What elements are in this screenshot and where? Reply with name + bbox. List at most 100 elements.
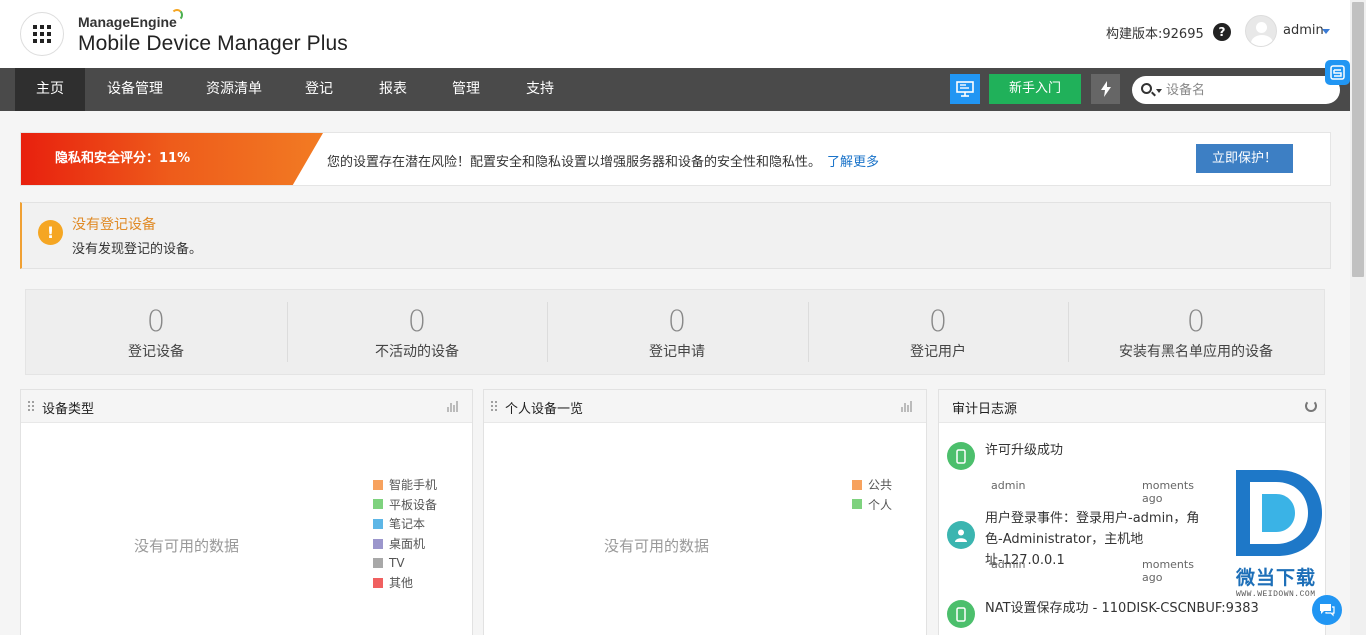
lightning-icon — [1100, 81, 1111, 97]
page-scrollbar[interactable] — [1350, 0, 1366, 635]
stat-enrollment-requests[interactable]: 0 登记申请 — [547, 290, 807, 374]
stat-inactive-devices[interactable]: 0 不活动的设备 — [287, 290, 547, 374]
watermark-text: 微当下载 — [1236, 567, 1317, 589]
stat-label: 不活动的设备 — [375, 344, 459, 360]
legend-item[interactable]: TV — [373, 553, 437, 573]
legend-label: 公共 — [868, 478, 893, 493]
search-input[interactable] — [1166, 80, 1331, 100]
stat-label: 登记申请 — [649, 344, 705, 360]
legend-label: 个人 — [868, 497, 893, 512]
protect-now-button[interactable]: 立即保护！ — [1196, 144, 1293, 173]
nav-item-device-management[interactable]: 设备管理 — [93, 68, 177, 111]
warning-icon: ! — [38, 220, 63, 245]
legend-label: 智能手机 — [389, 478, 438, 493]
privacy-banner: 隐私和安全评分：11% 您的设置存在潜在风险！配置安全和隐私设置以增强服务器和设… — [20, 132, 1331, 186]
stat-value: 0 — [928, 304, 948, 338]
quick-actions-button[interactable] — [1091, 74, 1120, 104]
panel-title: 个人设备一览 — [505, 402, 584, 417]
stat-label: 登记用户 — [910, 344, 966, 360]
search-box — [1132, 76, 1340, 104]
no-data-message: 没有可用的数据 — [134, 537, 240, 555]
avatar[interactable] — [1245, 15, 1277, 47]
search-scope-chevron-icon[interactable] — [1156, 89, 1162, 93]
stat-value: 0 — [667, 304, 687, 338]
search-icon[interactable] — [1141, 83, 1152, 94]
legend-item[interactable]: 平板设备 — [373, 495, 437, 515]
legend-label: 笔记本 — [389, 517, 426, 532]
device-icon — [947, 442, 975, 470]
legend-label: TV — [389, 556, 405, 571]
stat-blacklisted-app-devices[interactable]: 0 安装有黑名单应用的设备 — [1068, 290, 1324, 374]
nav-item-reports[interactable]: 报表 — [366, 68, 420, 111]
panel-title: 设备类型 — [42, 402, 95, 417]
nav-item-inventory[interactable]: 资源清单 — [192, 68, 276, 111]
getting-started-button[interactable]: 新手入门 — [989, 74, 1081, 104]
chart-legend: 智能手机 平板设备 笔记本 桌面机 TV 其他 — [373, 475, 437, 593]
user-menu-label[interactable]: admin — [1283, 23, 1324, 38]
drag-handle-icon[interactable] — [27, 400, 34, 413]
refresh-icon[interactable] — [1305, 400, 1317, 412]
no-enrolled-devices-alert: ! 没有登记设备 没有发现登记的设备。 — [20, 202, 1331, 269]
summary-stats: 0 登记设备 0 不活动的设备 0 登记申请 0 登记用户 0 安装有黑名单应用… — [25, 289, 1325, 375]
nav-item-admin[interactable]: 管理 — [439, 68, 493, 111]
translate-icon — [1330, 65, 1345, 80]
floating-tool-button[interactable] — [1325, 60, 1350, 85]
stat-enrolled-devices[interactable]: 0 登记设备 — [26, 290, 286, 374]
user-icon — [947, 521, 975, 549]
panel-header: 个人设备一览 — [484, 390, 926, 423]
chevron-down-icon[interactable] — [1322, 29, 1330, 34]
legend-label: 其他 — [389, 576, 414, 591]
alert-description: 没有发现登记的设备。 — [72, 242, 203, 257]
presentation-button[interactable] — [950, 74, 980, 104]
drag-handle-icon[interactable] — [490, 400, 497, 413]
stat-value: 0 — [407, 304, 427, 338]
brand-name: ManageEngine — [78, 9, 183, 30]
legend-item[interactable]: 桌面机 — [373, 534, 437, 554]
legend-item[interactable]: 个人 — [852, 495, 892, 515]
audit-user: admin — [991, 479, 1026, 492]
chat-icon — [1320, 604, 1335, 617]
scrollbar-thumb[interactable] — [1352, 2, 1364, 277]
learn-more-link[interactable]: 了解更多 — [827, 155, 879, 170]
audit-text: 许可升级成功 — [985, 443, 1064, 458]
build-version: 构建版本:92695 — [1106, 27, 1204, 42]
stat-value: 0 — [146, 304, 166, 338]
legend-item[interactable]: 笔记本 — [373, 514, 437, 534]
app-launcher-button[interactable] — [20, 12, 64, 56]
legend-label: 平板设备 — [389, 497, 438, 512]
audit-time: moments ago — [1142, 479, 1194, 505]
panel-title: 审计日志源 — [952, 402, 1018, 417]
legend-item[interactable]: 智能手机 — [373, 475, 437, 495]
device-icon — [947, 600, 975, 628]
bar-chart-icon[interactable] — [901, 401, 912, 412]
device-type-panel: 设备类型 没有可用的数据 智能手机 平板设备 笔记本 桌面机 TV 其他 — [20, 389, 473, 635]
no-data-message: 没有可用的数据 — [604, 537, 710, 555]
product-logo[interactable]: ManageEngine Mobile Device Manager Plus — [78, 9, 348, 56]
audit-time: moments ago — [1142, 558, 1194, 584]
stat-enrolled-users[interactable]: 0 登记用户 — [808, 290, 1068, 374]
privacy-score-badge: 隐私和安全评分：11% — [21, 133, 323, 185]
panel-header: 审计日志源 — [939, 390, 1325, 423]
stat-label: 登记设备 — [128, 344, 184, 360]
presentation-icon — [956, 81, 974, 97]
nav-item-enrollment[interactable]: 登记 — [292, 68, 346, 111]
panel-header: 设备类型 — [21, 390, 472, 423]
nav-item-home[interactable]: 主页 — [15, 68, 85, 111]
privacy-message: 您的设置存在潜在风险！配置安全和隐私设置以增强服务器和设备的安全性和隐私性。 了解… — [327, 151, 879, 170]
main-nav: 主页 设备管理 资源清单 登记 报表 管理 支持 新手入门 — [0, 68, 1350, 111]
chat-button[interactable] — [1312, 595, 1342, 625]
nav-item-support[interactable]: 支持 — [513, 68, 567, 111]
bar-chart-icon[interactable] — [447, 401, 458, 412]
product-name: Mobile Device Manager Plus — [78, 32, 348, 55]
legend-label: 桌面机 — [389, 537, 426, 552]
privacy-message-text: 您的设置存在潜在风险！配置安全和隐私设置以增强服务器和设备的安全性和隐私性。 — [327, 155, 822, 170]
chart-legend: 公共 个人 — [852, 475, 892, 514]
watermark-url: WWW.WEIDOWN.COM — [1236, 590, 1316, 599]
legend-item[interactable]: 公共 — [852, 475, 892, 495]
personal-devices-panel: 个人设备一览 没有可用的数据 公共 个人 — [483, 389, 927, 635]
stat-value: 0 — [1186, 304, 1206, 338]
legend-item[interactable]: 其他 — [373, 573, 437, 593]
help-icon[interactable]: ? — [1213, 23, 1231, 41]
audit-user: admin — [991, 558, 1026, 571]
app-header: ManageEngine Mobile Device Manager Plus … — [0, 0, 1350, 68]
